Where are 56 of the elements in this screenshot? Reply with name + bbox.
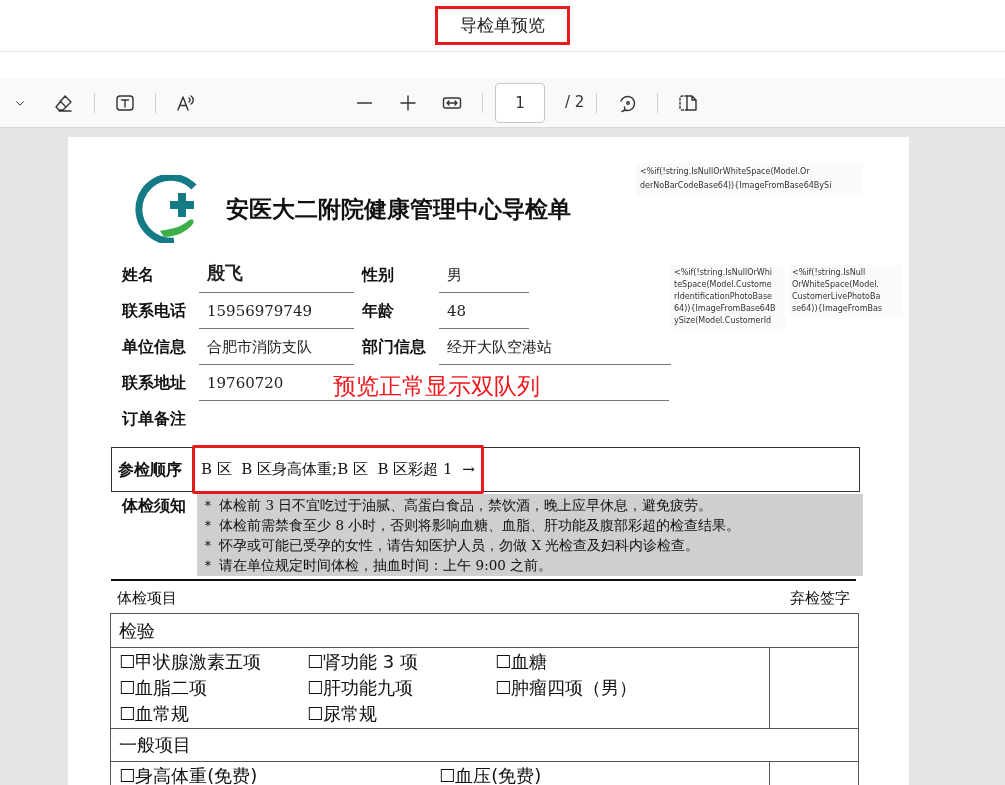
page-number-field[interactable]: 1 xyxy=(495,82,545,123)
checkbox-item: ☐肾功能 3 项 xyxy=(307,649,420,674)
section-title: 一般项目 xyxy=(119,733,191,757)
code-text: se64)){ImageFromBas xyxy=(792,304,884,314)
checkbox-item: ☐身高体重(免费) xyxy=(119,763,259,785)
field-value: 合肥市消防支队 xyxy=(207,336,312,358)
field-value: 男 xyxy=(439,263,529,293)
notice-text: ＊ 体检前 3 日不宜吃过于油腻、高蛋白食品，禁饮酒，晚上应早休息，避免疲劳。 xyxy=(201,496,714,515)
checkbox-item: ☐肿瘤四项（男） xyxy=(495,675,639,700)
field-label: 姓名 xyxy=(120,264,155,286)
checkbox-item: ☐血常规 xyxy=(119,701,191,726)
code-text: derNoBarCodeBase64)){ImageFromBase64BySi xyxy=(640,181,833,191)
checkbox-item: ☐血压(免费) xyxy=(439,763,543,785)
code-text: <%if(!string.IsNullOrWhiteSpace(Model.Or xyxy=(640,167,811,177)
notice-text: ＊ 体检前需禁食至少 8 小时，否则将影响血糖、血脂、肝功能及腹部彩超的检查结果。 xyxy=(201,516,742,535)
sequence-label: 参检顺序 xyxy=(117,458,183,481)
plus-icon xyxy=(398,92,418,113)
checkbox-item: ☐尿常规 xyxy=(307,701,379,726)
notice-text: ＊ 怀孕或可能已受孕的女性，请告知医护人员，勿做 X 光检查及妇科内诊检查。 xyxy=(201,536,701,555)
dialog-title: 导检单预览 xyxy=(435,5,570,46)
field-value: 经开大队空港站 xyxy=(439,335,671,365)
code-text: OrWhiteSpace(Model. xyxy=(792,280,880,290)
code-text: ySize(Model.CustomerId xyxy=(674,316,773,326)
annotation-text: 预览正常显示双队列 xyxy=(333,375,541,398)
code-text: 64)){ImageFromBase64B xyxy=(674,304,777,314)
field-value: 15956979749 xyxy=(207,300,312,322)
code-text: CustomerLivePhotoBa xyxy=(792,292,882,302)
notice-label: 体检须知 xyxy=(120,495,187,517)
text-box-icon xyxy=(115,92,135,113)
field-label: 年龄 xyxy=(362,300,395,322)
column-heading: 弃检签字 xyxy=(790,588,850,609)
field-value: 殷飞 xyxy=(207,261,243,285)
notice-text: ＊ 请在单位规定时间体检，抽血时间：上午 9:00 之前。 xyxy=(201,556,554,575)
checkbox-item: ☐甲状腺激素五项 xyxy=(119,649,263,674)
code-text: <%if(!string.IsNull xyxy=(792,268,867,278)
sequence-value: B 区 B 区身高体重;B 区 B 区彩超 1 → xyxy=(192,445,484,494)
field-value: 48 xyxy=(439,299,529,329)
two-page-icon xyxy=(678,92,699,113)
field-label: 订单备注 xyxy=(120,408,187,430)
page-total: / 2 xyxy=(565,92,585,114)
section-title: 检验 xyxy=(119,618,155,643)
code-text: <%if(!string.IsNullOrWhi xyxy=(674,268,773,278)
field-label: 联系电话 xyxy=(121,300,187,322)
field-label: 单位信息 xyxy=(121,336,187,358)
document-title: 安医大二附院健康管理中心导检单 xyxy=(226,194,571,224)
checkbox-item: ☐血脂二项 xyxy=(119,675,209,700)
field-label: 联系地址 xyxy=(121,372,187,394)
checkbox-item: ☐血糖 xyxy=(495,649,549,674)
checkbox-item: ☐肝功能九项 xyxy=(307,675,415,700)
minus-icon xyxy=(356,101,372,104)
column-heading: 体检项目 xyxy=(117,588,177,609)
code-text: teSpace(Model.Custome xyxy=(674,280,773,290)
field-value: 19760720 xyxy=(207,372,284,394)
field-label: 性别 xyxy=(362,264,395,286)
field-label: 部门信息 xyxy=(362,336,427,358)
code-text: rIdentificationPhotoBase xyxy=(674,292,774,302)
